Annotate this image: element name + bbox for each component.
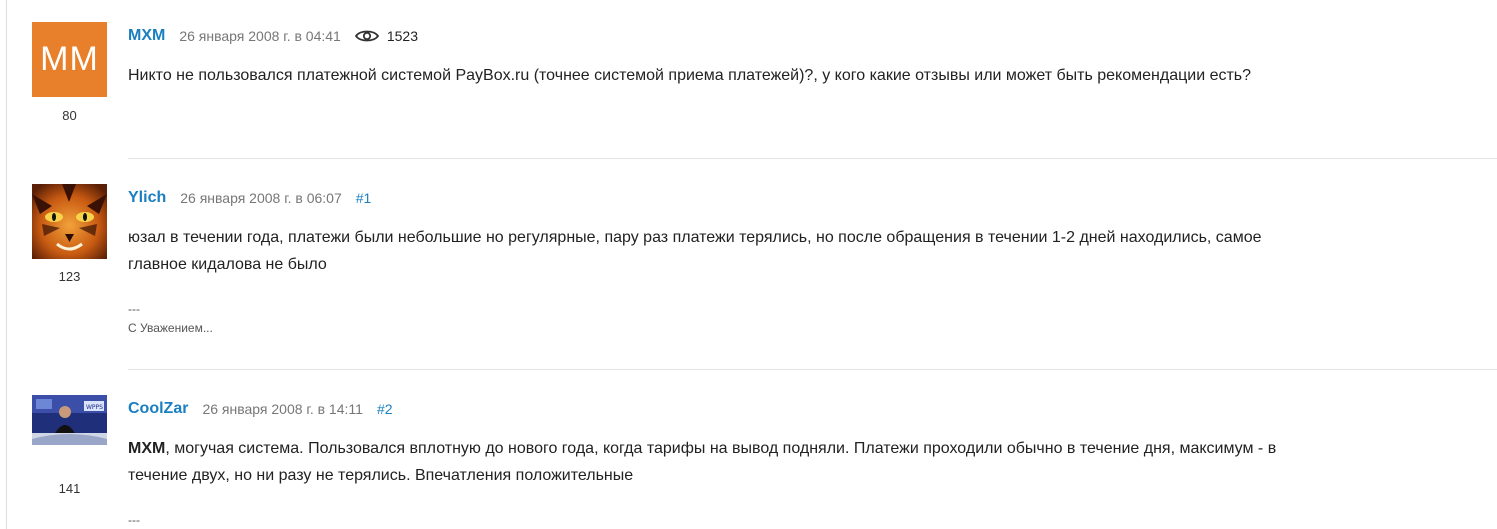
author-panel: MM 80 <box>32 22 107 123</box>
post-text-line: течение двух, но ни разу не терялись. Вп… <box>128 467 634 484</box>
author-link[interactable]: CoolZar <box>128 400 188 418</box>
post-text-line: главное кидалова не было <box>128 256 327 273</box>
author-link[interactable]: MXM <box>128 27 165 45</box>
post-meta: Ylich 26 января 2008 г. в 06:07 #1 <box>128 184 1488 212</box>
eye-icon <box>354 30 379 42</box>
post-divider <box>128 369 1497 370</box>
author-panel: WPPS 141 <box>32 395 107 496</box>
post-content: CoolZar 26 января 2008 г. в 14:11 #2 MXM… <box>128 395 1488 529</box>
author-rating: 123 <box>58 269 81 284</box>
signature-line: --- <box>128 513 140 527</box>
author-link[interactable]: Ylich <box>128 189 166 207</box>
post-text-line: юзал в течении года, платежи были неболь… <box>128 229 1262 246</box>
post-meta: CoolZar 26 января 2008 г. в 14:11 #2 <box>128 395 1488 423</box>
post-text: юзал в течении года, платежи были неболь… <box>128 224 1488 278</box>
post-date: 26 января 2008 г. в 06:07 <box>180 190 342 206</box>
topic-thread: MM 80 MXM 26 января 2008 г. в 04:41 1523… <box>0 0 1497 529</box>
author-rating: 80 <box>62 108 77 123</box>
post-meta: MXM 26 января 2008 г. в 04:41 1523 <box>128 22 1488 50</box>
post-divider <box>128 158 1497 159</box>
post-content: Ylich 26 января 2008 г. в 06:07 #1 юзал … <box>128 184 1488 338</box>
post-signature: --- С Уважением... <box>128 300 1488 338</box>
signature-line: С Уважением... <box>128 321 213 335</box>
tiger-eyes-avatar-image <box>32 184 107 259</box>
post-permalink[interactable]: #1 <box>356 190 372 206</box>
author-panel: 123 <box>32 184 107 284</box>
post-text-fragment: , могучая система. Пользовался вплотную … <box>165 440 1277 457</box>
avatar[interactable] <box>32 184 107 259</box>
post-text: Никто не пользовался платежной системой … <box>128 67 1252 84</box>
post-text: MXM, могучая система. Пользовался вплотн… <box>128 435 1488 489</box>
post-date: 26 января 2008 г. в 14:11 <box>202 401 363 417</box>
post-permalink[interactable]: #2 <box>377 401 393 417</box>
post-date: 26 января 2008 г. в 04:41 <box>179 28 341 44</box>
view-count: 1523 <box>354 28 418 44</box>
author-rating: 141 <box>58 481 81 496</box>
tv-studio-avatar-image: WPPS <box>32 395 107 445</box>
post-content: MXM 26 января 2008 г. в 04:41 1523 Никто… <box>128 22 1488 89</box>
avatar[interactable]: WPPS <box>32 395 107 445</box>
svg-text:WPPS: WPPS <box>86 404 103 411</box>
mention[interactable]: MXM <box>128 440 165 457</box>
view-count-value: 1523 <box>386 28 418 44</box>
signature-line: --- <box>128 302 140 316</box>
post-signature: --- <box>128 511 1488 529</box>
left-border <box>6 0 7 529</box>
post-text-line: MXM, могучая система. Пользовался вплотн… <box>128 435 1488 462</box>
avatar[interactable]: MM <box>32 22 107 97</box>
